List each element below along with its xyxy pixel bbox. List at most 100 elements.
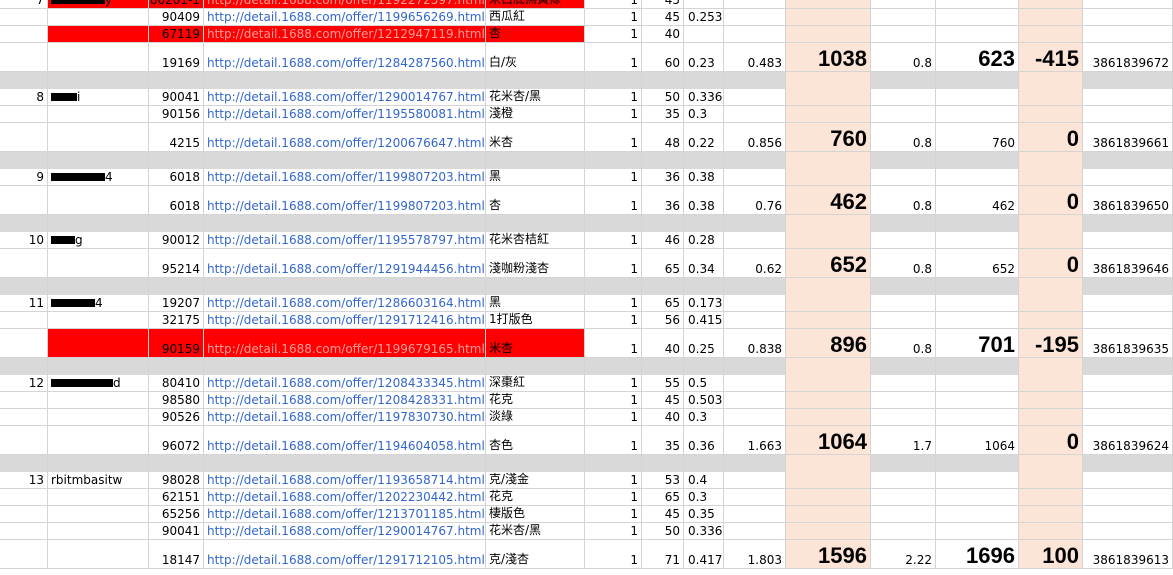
diff-cell[interactable] xyxy=(1019,278,1083,295)
url-cell[interactable]: http://detail.1688.com/offer/1208433345.… xyxy=(204,375,486,392)
price-cell[interactable] xyxy=(684,215,724,232)
store-cell[interactable]: g xyxy=(48,232,149,249)
order-cell[interactable]: 3861839646 xyxy=(1083,249,1173,278)
group-cell[interactable]: 13 xyxy=(0,472,48,489)
group-cell[interactable] xyxy=(0,523,48,540)
qty-cell[interactable]: 1 xyxy=(585,523,642,540)
separator-row[interactable] xyxy=(0,455,1173,472)
size-cell[interactable]: 35 xyxy=(642,106,684,123)
table-row[interactable]: 11 4 19207 http://detail.1688.com/offer/128… xyxy=(0,295,1173,312)
paid-cell[interactable] xyxy=(786,375,871,392)
price-cell[interactable]: 0.23 xyxy=(684,43,724,72)
cost-cell[interactable] xyxy=(936,375,1019,392)
url-cell[interactable]: http://detail.1688.com/offer/1213701185.… xyxy=(204,506,486,523)
weight-cell[interactable]: 1.663 xyxy=(724,426,786,455)
store-cell[interactable] xyxy=(48,540,149,569)
weight-cell[interactable]: 0.76 xyxy=(724,186,786,215)
code-cell[interactable]: 67119 xyxy=(149,26,204,43)
code-cell[interactable]: 18147 xyxy=(149,540,204,569)
store-cell[interactable]: i xyxy=(48,89,149,106)
url-cell[interactable]: http://detail.1688.com/offer/1290014767.… xyxy=(204,89,486,106)
diff-cell[interactable]: 0 xyxy=(1019,186,1083,215)
cost-cell[interactable] xyxy=(936,392,1019,409)
diff-cell[interactable] xyxy=(1019,472,1083,489)
url-value[interactable]: http://detail.1688.com/offer/1202230442.… xyxy=(207,490,485,504)
table-row[interactable]: 90526 http://detail.1688.com/offer/119783… xyxy=(0,409,1173,426)
order-total-row[interactable]: 18147 http://detail.1688.com/offer/129171… xyxy=(0,540,1173,569)
qty-cell[interactable]: 1 xyxy=(585,392,642,409)
url-value[interactable]: http://detail.1688.com/offer/1199807203.… xyxy=(207,170,485,184)
code-cell[interactable] xyxy=(149,72,204,89)
code-cell[interactable]: 90041 xyxy=(149,523,204,540)
qty-cell[interactable]: 1 xyxy=(585,106,642,123)
url-cell[interactable]: http://detail.1688.com/offer/1197830730.… xyxy=(204,409,486,426)
diff-cell[interactable]: 100 xyxy=(1019,540,1083,569)
separator-row[interactable] xyxy=(0,152,1173,169)
store-cell[interactable] xyxy=(48,312,149,329)
rate-cell[interactable] xyxy=(871,215,936,232)
rate-cell[interactable] xyxy=(871,152,936,169)
size-cell[interactable] xyxy=(642,215,684,232)
price-cell[interactable]: 0.503 xyxy=(684,392,724,409)
cost-cell[interactable] xyxy=(936,506,1019,523)
price-cell[interactable]: 0.3 xyxy=(684,106,724,123)
url-cell[interactable]: http://detail.1688.com/offer/1199807203.… xyxy=(204,169,486,186)
url-cell[interactable]: http://detail.1688.com/offer/1195578797.… xyxy=(204,232,486,249)
spreadsheet-grid[interactable]: 7 y 80201-1 http://detail.1688.com/offer/11… xyxy=(0,0,1173,575)
paid-cell[interactable] xyxy=(786,392,871,409)
url-value[interactable]: http://detail.1688.com/offer/1291944456.… xyxy=(207,262,485,276)
qty-cell[interactable]: 1 xyxy=(585,89,642,106)
order-cell[interactable] xyxy=(1083,472,1173,489)
paid-cell[interactable] xyxy=(786,9,871,26)
paid-cell[interactable] xyxy=(786,358,871,375)
weight-cell[interactable]: 0.856 xyxy=(724,123,786,152)
group-cell[interactable] xyxy=(0,455,48,472)
rate-cell[interactable] xyxy=(871,455,936,472)
store-cell[interactable] xyxy=(48,123,149,152)
order-cell[interactable]: 3861839635 xyxy=(1083,329,1173,358)
group-cell[interactable] xyxy=(0,312,48,329)
order-total-row[interactable]: 96072 http://detail.1688.com/offer/119460… xyxy=(0,426,1173,455)
order-cell[interactable] xyxy=(1083,106,1173,123)
cost-cell[interactable] xyxy=(936,523,1019,540)
paid-cell[interactable] xyxy=(786,523,871,540)
order-cell[interactable]: 3861839624 xyxy=(1083,426,1173,455)
group-cell[interactable] xyxy=(0,215,48,232)
order-cell[interactable] xyxy=(1083,232,1173,249)
paid-cell[interactable] xyxy=(786,278,871,295)
size-cell[interactable]: 45 xyxy=(642,0,684,9)
code-cell[interactable]: 95214 xyxy=(149,249,204,278)
size-cell[interactable]: 45 xyxy=(642,392,684,409)
size-cell[interactable]: 45 xyxy=(642,9,684,26)
order-cell[interactable] xyxy=(1083,455,1173,472)
url-value[interactable]: http://detail.1688.com/offer/1199807203.… xyxy=(207,199,485,213)
cost-cell[interactable] xyxy=(936,106,1019,123)
cost-cell[interactable] xyxy=(936,489,1019,506)
size-cell[interactable]: 40 xyxy=(642,409,684,426)
rate-cell[interactable]: 1.7 xyxy=(871,426,936,455)
order-cell[interactable]: 3861839672 xyxy=(1083,43,1173,72)
weight-cell[interactable] xyxy=(724,409,786,426)
weight-cell[interactable] xyxy=(724,232,786,249)
weight-cell[interactable] xyxy=(724,455,786,472)
rate-cell[interactable] xyxy=(871,106,936,123)
order-cell[interactable] xyxy=(1083,215,1173,232)
url-value[interactable]: http://detail.1688.com/offer/1213701185.… xyxy=(207,507,485,521)
cost-cell[interactable] xyxy=(936,455,1019,472)
qty-cell[interactable]: 1 xyxy=(585,329,642,358)
cost-cell[interactable]: 1064 xyxy=(936,426,1019,455)
diff-cell[interactable] xyxy=(1019,312,1083,329)
size-cell[interactable]: 71 xyxy=(642,540,684,569)
code-cell[interactable]: 90159 xyxy=(149,329,204,358)
url-cell[interactable] xyxy=(204,358,486,375)
price-cell[interactable]: 0.417 xyxy=(684,540,724,569)
color-cell[interactable]: 杏色 xyxy=(486,426,585,455)
order-cell[interactable] xyxy=(1083,9,1173,26)
table-row[interactable]: 32175 http://detail.1688.com/offer/129171… xyxy=(0,312,1173,329)
rate-cell[interactable] xyxy=(871,26,936,43)
qty-cell[interactable] xyxy=(585,358,642,375)
size-cell[interactable]: 60 xyxy=(642,43,684,72)
url-cell[interactable] xyxy=(204,455,486,472)
cost-cell[interactable]: 1696 xyxy=(936,540,1019,569)
qty-cell[interactable] xyxy=(585,455,642,472)
